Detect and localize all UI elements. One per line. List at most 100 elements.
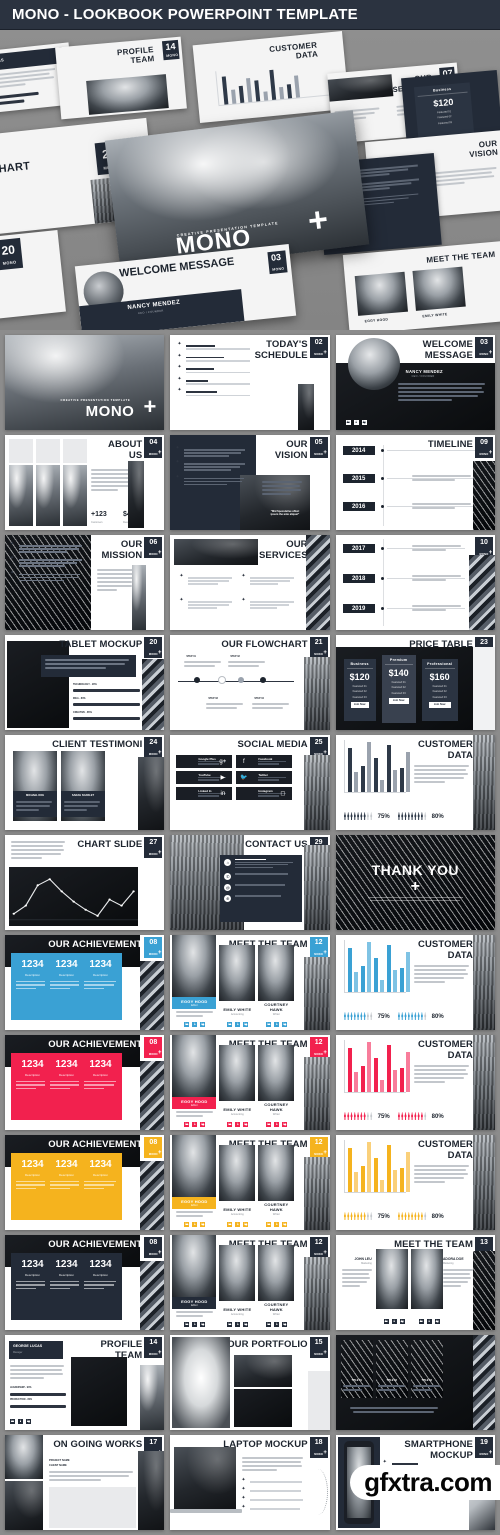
slide-contact-us[interactable]: CONTACT US 29 MONO ⌂ ✆ @ ⊕ <box>170 835 330 930</box>
social-icons[interactable]: in t ig <box>227 1222 249 1227</box>
linkedin-icon[interactable]: in <box>266 1122 272 1127</box>
social-icons[interactable]: in t ig <box>418 1319 440 1324</box>
linkedin-icon[interactable]: in <box>227 1322 233 1327</box>
linkedin-icon[interactable]: in <box>227 1122 233 1127</box>
slide-customer-data-yellow[interactable]: CUSTOMER DATA 26 MONO 75% 80% <box>335 1135 495 1230</box>
social-icons[interactable]: in t ig <box>266 1222 288 1227</box>
instagram-icon[interactable]: ig <box>200 1022 206 1027</box>
instagram-icon[interactable]: ig <box>26 1419 31 1424</box>
slide-our-portfolio[interactable]: OUR PORTFOLIO 15 MONO <box>170 1335 330 1430</box>
slide-customer-data-blue[interactable]: CUSTOMER DATA 26 MONO 75% 80% <box>335 935 495 1030</box>
slide-our-achievement-blue[interactable]: OUR ACHIEVEMENT 08 MONO 1234 Description… <box>5 935 165 1030</box>
plan-cta-button[interactable]: Join Now <box>428 701 451 708</box>
linkedin-icon[interactable]: in <box>184 1122 190 1127</box>
instagram-icon[interactable]: ig <box>361 420 367 425</box>
slide-our-achievement-pink[interactable]: OUR ACHIEVEMENT 08 MONO 1234 Description… <box>5 1035 165 1130</box>
linkedin-icon[interactable]: in <box>10 1419 15 1424</box>
instagram-icon[interactable]: ig <box>200 1322 206 1327</box>
social-card-twitter[interactable]: Twitter 🐦 <box>236 771 293 784</box>
linkedin-icon[interactable]: in <box>227 1022 233 1027</box>
slide-meet-the-team-pink[interactable]: MEET THE TEAM 12 MONO EGGY HOOD Editor i… <box>170 1035 330 1130</box>
slide-tablet-mockup[interactable]: TABLET MOCKUP 20 MONO TECHNOLOGY - 90% I… <box>5 635 165 730</box>
slide-customer-data-pink[interactable]: CUSTOMER DATA 26 MONO 75% 80% <box>335 1035 495 1130</box>
social-icons[interactable]: in t ig <box>227 1322 249 1327</box>
schedule-item[interactable] <box>177 376 258 387</box>
linkedin-icon[interactable]: in <box>184 1222 190 1227</box>
instagram-icon[interactable]: ig <box>282 1022 288 1027</box>
slide-flowchart[interactable]: OUR FLOWCHART 21 MONO STEP 01 STEP 02 ST… <box>170 635 330 730</box>
twitter-icon[interactable]: t <box>274 1022 280 1027</box>
twitter-icon[interactable]: t <box>274 1122 280 1127</box>
contact-phone[interactable]: ✆ <box>224 873 297 881</box>
slide-todays-schedule[interactable]: TODAY'S SCHEDULE 02 MONO <box>170 335 330 430</box>
slide-laptop-mockup[interactable]: LAPTOP MOCKUP 18 MONO <box>170 1435 330 1530</box>
linkedin-icon[interactable]: in <box>266 1022 272 1027</box>
slide-our-mission[interactable]: OUR MISSION 06 MONO <box>5 535 165 630</box>
slide-about-us[interactable]: ABOUT US 04 MONO +123 Customers $456 Rev… <box>5 435 165 530</box>
slide-our-vision[interactable]: OUR VISION 05 MONO "Mid Speculative affe… <box>170 435 330 530</box>
instagram-icon[interactable]: ig <box>282 1322 288 1327</box>
linkedin-icon[interactable]: in <box>345 420 351 425</box>
linkedin-icon[interactable]: in <box>266 1222 272 1227</box>
social-icons[interactable]: in t ig <box>345 420 367 425</box>
instagram-icon[interactable]: ig <box>399 1319 405 1324</box>
instagram-icon[interactable]: ig <box>434 1319 440 1324</box>
slide-meet-the-team-blue[interactable]: MEET THE TEAM 12 MONO EGGY HOOD Editor i… <box>170 935 330 1030</box>
social-card-youtube[interactable]: YouTube ▶ <box>176 771 233 784</box>
social-card-google-plus[interactable]: Google Plus g+ <box>176 755 233 768</box>
price-plan-business[interactable]: Business $120 Featured 01 Featured 02 Fe… <box>343 659 376 721</box>
social-icons[interactable]: in t ig <box>184 1222 206 1227</box>
twitter-icon[interactable]: t <box>192 1022 198 1027</box>
slide-social-media[interactable]: SOCIAL MEDIA 25 MONO Google Plus g+ YouT… <box>170 735 330 830</box>
slide-timeline-2[interactable]: 10 MONO 2017 2018 2019 <box>335 535 495 630</box>
twitter-icon[interactable]: t <box>192 1322 198 1327</box>
twitter-icon[interactable]: t <box>274 1222 280 1227</box>
slide-profile-team[interactable]: PROFILE TEAM 14 MONO GEORGE LUCAS Manage… <box>5 1335 165 1430</box>
twitter-icon[interactable]: t <box>192 1222 198 1227</box>
slide-meet-the-team-13[interactable]: MEET THE TEAM 13 MONO JOHN LEU Marketing… <box>335 1235 495 1330</box>
slide-price-table[interactable]: PRICE TABLE 23 MONO Business $120 Featur… <box>335 635 495 730</box>
schedule-item[interactable] <box>177 341 258 352</box>
slide-portfolio-cards[interactable]: 16 MONO TITLE 01 TITLE 02 TITLE 03 <box>335 1335 495 1430</box>
instagram-icon[interactable]: ig <box>282 1122 288 1127</box>
instagram-icon[interactable]: ig <box>243 1322 249 1327</box>
instagram-icon[interactable]: ig <box>243 1222 249 1227</box>
slide-our-achievement-yellow[interactable]: OUR ACHIEVEMENT 08 MONO 1234 Description… <box>5 1135 165 1230</box>
instagram-icon[interactable]: ig <box>200 1122 206 1127</box>
linkedin-icon[interactable]: in <box>266 1322 272 1327</box>
social-icons[interactable]: in t ig <box>184 1122 206 1127</box>
schedule-item[interactable] <box>177 364 258 375</box>
social-icons[interactable]: in t ig <box>383 1319 405 1324</box>
social-icons[interactable]: in t ig <box>266 1122 288 1127</box>
twitter-icon[interactable]: t <box>235 1022 241 1027</box>
social-icons[interactable]: in t ig <box>184 1022 206 1027</box>
slide-our-services[interactable]: OUR SERVICES 07 MONO <box>170 535 330 630</box>
social-card-instagram[interactable]: Instagram ◻ <box>236 787 293 800</box>
plan-cta-button[interactable]: Join Now <box>350 701 369 708</box>
social-icons[interactable]: in t ig <box>184 1322 206 1327</box>
social-icons[interactable]: in t ig <box>266 1022 288 1027</box>
linkedin-icon[interactable]: in <box>184 1022 190 1027</box>
social-icons[interactable]: in t ig <box>266 1322 288 1327</box>
social-icons[interactable]: in t ig <box>227 1022 249 1027</box>
social-icons[interactable]: in t ig <box>10 1419 31 1424</box>
twitter-icon[interactable]: t <box>235 1222 241 1227</box>
social-icons[interactable]: in t ig <box>227 1122 249 1127</box>
slide-chart[interactable]: CHART SLIDE 27 MONO <box>5 835 165 930</box>
twitter-icon[interactable]: t <box>353 420 359 425</box>
twitter-icon[interactable]: t <box>391 1319 397 1324</box>
linkedin-icon[interactable]: in <box>418 1319 424 1324</box>
price-plan-professional[interactable]: Professional $160 Featured 01 Featured 0… <box>421 659 458 721</box>
slide-on-going-works[interactable]: ON GOING WORKS 17 MONO PROJECT NAME CLIE… <box>5 1435 165 1530</box>
contact-web[interactable]: ⊕ <box>224 895 297 903</box>
schedule-item[interactable] <box>177 387 258 398</box>
linkedin-icon[interactable]: in <box>383 1319 389 1324</box>
contact-email[interactable]: @ <box>224 884 297 892</box>
social-card-facebook[interactable]: Facebook f <box>236 755 293 768</box>
slide-meet-the-team-navy[interactable]: MEET THE TEAM 12 MONO EGGY HOOD Editor i… <box>170 1235 330 1330</box>
instagram-icon[interactable]: ig <box>282 1222 288 1227</box>
twitter-icon[interactable]: t <box>235 1322 241 1327</box>
slide-thank-you[interactable]: THANK YOU + <box>335 835 495 930</box>
social-card-linkedin[interactable]: Linked In in <box>176 787 233 800</box>
twitter-icon[interactable]: t <box>235 1122 241 1127</box>
